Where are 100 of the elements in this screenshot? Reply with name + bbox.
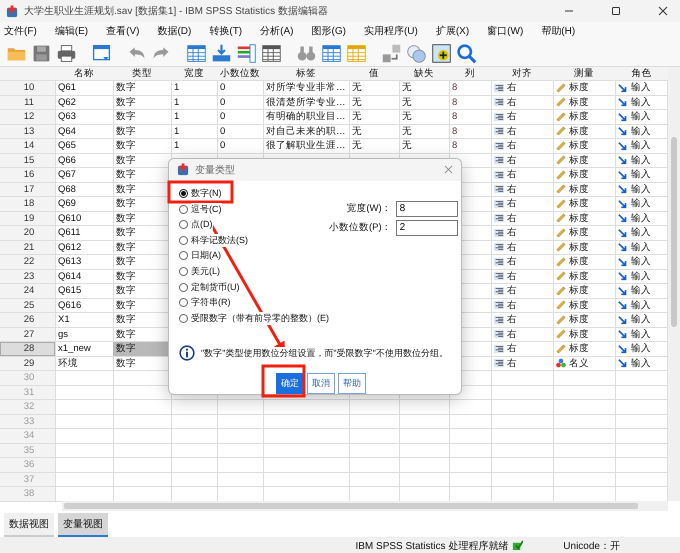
option-label[interactable]: 日期(A) <box>191 249 221 262</box>
ruler-icon <box>556 140 566 151</box>
row-number[interactable]: 14 <box>0 139 55 152</box>
row-number[interactable]: 20 <box>0 226 55 240</box>
view-tab[interactable]: 数据视图 <box>4 513 54 537</box>
option-label[interactable]: 逗号(C) <box>191 202 222 216</box>
option-label[interactable]: 美元(L) <box>191 265 220 278</box>
table-cell: Q613 <box>58 256 82 268</box>
menu-item[interactable]: 扩展(X) <box>436 24 476 38</box>
radio-button[interactable] <box>179 282 188 292</box>
printer-icon[interactable] <box>56 42 77 64</box>
column-header[interactable]: 宽度 <box>171 67 217 80</box>
row-number[interactable]: 18 <box>0 197 55 210</box>
table-cell: 标度 <box>569 197 589 210</box>
radio-button[interactable] <box>179 220 188 230</box>
align-right-icon <box>494 228 504 238</box>
row-number[interactable]: 22 <box>0 255 55 268</box>
table-cell: 标度 <box>569 182 589 196</box>
view-tab[interactable]: 变量视图 <box>58 513 108 537</box>
row-number[interactable]: 16 <box>0 168 55 182</box>
ruler-icon <box>556 314 566 325</box>
bars-icon[interactable] <box>236 42 257 64</box>
info-icon <box>179 345 195 361</box>
row-number[interactable]: 24 <box>0 284 55 298</box>
column-header[interactable]: 对齐 <box>491 67 553 80</box>
menu-item[interactable]: 查看(V) <box>106 24 146 38</box>
column-header[interactable]: 名称 <box>55 67 113 80</box>
radio-button[interactable] <box>179 251 188 260</box>
option-label[interactable]: 科学记数法(S) <box>191 234 248 247</box>
vertical-scrollbar[interactable] <box>668 67 680 501</box>
column-header[interactable]: 标签 <box>263 67 349 80</box>
row-number[interactable]: 19 <box>0 212 55 225</box>
table-icon[interactable] <box>261 42 282 64</box>
row-number[interactable]: 13 <box>0 124 55 138</box>
menu-item[interactable]: 文件(F) <box>4 24 44 38</box>
menu-item[interactable]: 窗口(W) <box>487 24 530 38</box>
radio-button[interactable] <box>179 236 188 245</box>
table-cell: 无 <box>402 96 412 109</box>
table-cell: 右 <box>507 154 517 167</box>
menu-item[interactable]: 图形(G) <box>311 24 353 38</box>
radio-button[interactable] <box>179 189 188 198</box>
option-label[interactable]: 定制货币(U) <box>191 280 240 294</box>
row-number[interactable]: 29 <box>0 356 55 370</box>
close-icon[interactable] <box>658 6 668 16</box>
row-number[interactable]: 25 <box>0 298 55 312</box>
row-number[interactable]: 12 <box>0 110 55 124</box>
table-cell: 输入 <box>631 313 651 326</box>
menu-item[interactable]: 实用程序(U) <box>364 24 425 38</box>
table-cell: 无 <box>352 110 362 124</box>
dialog-button[interactable]: 帮助 <box>338 373 366 394</box>
dialog-button[interactable]: 确定 <box>276 373 304 394</box>
table-cell: 8 <box>452 96 458 108</box>
table-icon[interactable] <box>321 42 342 64</box>
row-number[interactable]: 28 <box>0 342 55 356</box>
input-field[interactable]: 2 <box>396 220 458 236</box>
maximize-icon[interactable] <box>611 6 621 16</box>
menu-item[interactable]: 帮助(H) <box>541 24 582 38</box>
input-field[interactable]: 8 <box>396 200 458 217</box>
ruler-icon <box>556 198 566 209</box>
search-icon[interactable] <box>456 42 477 64</box>
column-header[interactable]: 小数位数 <box>217 67 263 80</box>
option-label[interactable]: 点(D) <box>191 218 212 232</box>
radio-button[interactable] <box>179 204 188 214</box>
row-number[interactable]: 21 <box>0 240 55 254</box>
horizontal-scrollbar[interactable] <box>62 501 668 511</box>
column-header[interactable]: 类型 <box>113 67 171 80</box>
column-header[interactable]: 缺失 <box>399 67 449 80</box>
column-header[interactable]: 测量 <box>553 67 615 80</box>
radio-button[interactable] <box>179 314 188 323</box>
row-number[interactable]: 26 <box>0 313 55 326</box>
row-number[interactable]: 27 <box>0 328 55 341</box>
option-label[interactable]: 受限数字（带有前导零的整数）(E) <box>191 312 329 325</box>
table-cell: 标度 <box>569 284 589 298</box>
table-cell: 标度 <box>569 313 589 326</box>
radio-button[interactable] <box>179 267 188 276</box>
menu-item[interactable]: 转换(T) <box>209 24 250 38</box>
table-icon[interactable] <box>186 42 207 64</box>
row-number[interactable]: 15 <box>0 154 55 167</box>
window-icon[interactable] <box>91 42 112 64</box>
option-label[interactable]: 数字(N) <box>191 187 222 200</box>
row-number[interactable]: 23 <box>0 270 55 283</box>
arrow-icon <box>618 126 628 136</box>
menu-item[interactable]: 数据(D) <box>157 24 198 38</box>
row-number[interactable]: 11 <box>0 96 55 109</box>
image-icon[interactable] <box>431 42 452 64</box>
row-number[interactable]: 10 <box>0 81 55 94</box>
table-cell-text: 数字 <box>115 124 137 138</box>
column-header[interactable]: 值 <box>349 67 399 80</box>
table-cell: 标度 <box>569 270 589 283</box>
row-number[interactable]: 17 <box>0 182 55 196</box>
menu-item[interactable]: 编辑(E) <box>54 24 96 38</box>
column-header[interactable]: 列 <box>449 67 491 80</box>
radio-button[interactable] <box>179 298 188 308</box>
option-label[interactable]: 字符串(R) <box>191 296 230 310</box>
menu-item[interactable]: 分析(A) <box>260 24 300 38</box>
table-cell: 1 <box>174 140 180 152</box>
dialog-button[interactable]: 取消 <box>307 373 335 394</box>
column-header[interactable]: 角色 <box>615 67 668 80</box>
table-cell: 标度 <box>569 110 589 124</box>
download-icon[interactable] <box>211 42 232 64</box>
